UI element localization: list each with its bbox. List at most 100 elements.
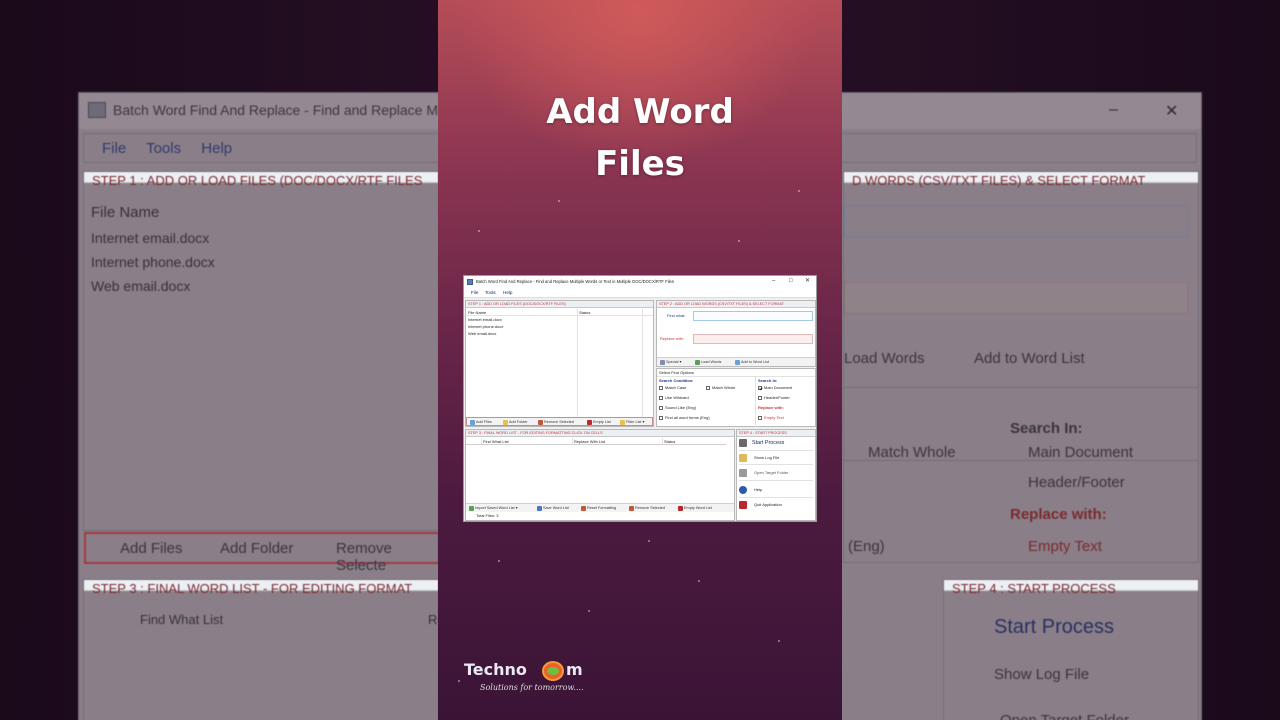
use-wildcard-checkbox[interactable] [659,396,663,400]
empty-list-icon [587,420,592,425]
filter-list-button[interactable]: Filter List ▾ [620,419,644,426]
quit-application-button[interactable]: Quit Application [754,502,782,507]
load-words-label: Load Words [701,360,722,364]
main-document-label: Main Document [764,385,793,390]
replace-with-input[interactable] [693,334,813,344]
match-whole-checkbox[interactable] [706,386,710,390]
step4-header: STEP 4 : START PROCESS [737,430,815,437]
quit-icon [739,501,747,509]
find-what-input[interactable] [693,311,813,321]
search-condition-label: Search Condition: [659,378,694,383]
brand-name-m: m [566,660,583,679]
remove-selected-button[interactable]: Remove Selected [538,419,574,426]
file-row[interactable]: Web email.docx [468,331,496,336]
add-files-label: Add Files [476,420,492,424]
use-wildcard-label: Use Wildcard [665,395,689,400]
bg-menu-help: Help [201,140,233,157]
step3-header: STEP 3 : FINAL WORD LIST - FOR EDITING F… [466,430,734,437]
menu-file[interactable]: File [471,289,478,297]
reset-label: Reset Formatting [587,506,617,510]
bg-step1-header: STEP 1 : ADD OR LOAD FILES (DOC/DOCX/RTF… [84,172,438,187]
file-row[interactable]: Internet phone.docx [468,324,503,329]
bg-file-row: Internet phone.docx [91,254,215,270]
add-to-word-list-button[interactable]: Add to Word List [735,359,769,366]
empty-text-checkbox[interactable] [758,416,762,420]
brand-logo: Techno m Solutions for tomorrow.... [438,660,842,700]
caption-line1: Add Word [546,92,734,132]
open-target-folder-button[interactable]: Open Target Folder [754,470,788,475]
empty-word-list-button[interactable]: Empty Word List [678,505,712,512]
add-folder-button[interactable]: Add Folder [503,419,528,426]
header-footer-checkbox[interactable] [758,396,762,400]
bg-menu-file: File [102,140,127,157]
save-word-list-button[interactable]: Save Word List [537,505,569,512]
reset-icon [581,506,586,511]
header-footer-label: Header/Footer [764,395,790,400]
find-options-panel: Select Find Options Search Condition: Se… [656,368,816,427]
caption-title: Add Word Files [438,86,842,190]
bg-step4-header: STEP 4 : START PROCESS [944,580,1198,595]
start-process-button[interactable]: Start Process [752,440,784,446]
bg-step2-header: D WORDS (CSV/TXT FILES) & SELECT FORMAT [844,172,1198,187]
reset-formatting-button[interactable]: Reset Formatting [581,505,616,512]
filter-icon [620,420,625,425]
bg-step1-panel: STEP 1 : ADD OR LOAD FILES (DOC/DOCX/RTF… [83,171,440,574]
save-label: Save Word List [543,506,569,510]
load-words-button[interactable]: Load Words [695,359,721,366]
filter-list-label: Filter List [626,420,642,424]
bg-eng-label: (Eng) [848,538,885,555]
special-button[interactable]: Special ▾ [660,359,681,366]
bg-main-document-label: Main Document [1028,444,1134,461]
add-to-word-list-label: Add to Word List [741,360,769,364]
remove-label: Remove Selected [635,506,665,510]
empty-list-button[interactable]: Empty List [587,419,611,426]
special-icon [660,360,665,365]
bg-step3-panel: STEP 3 : FINAL WORD LIST - FOR EDITING F… [83,579,445,720]
bg-step3-header: STEP 3 : FINAL WORD LIST - FOR EDITING F… [84,580,438,595]
close-icon[interactable]: ✕ [805,276,810,287]
main-document-checkbox[interactable] [758,386,762,390]
folder-icon [503,420,508,425]
minimize-icon[interactable]: – [772,276,775,287]
import-word-list-button[interactable]: Import Saved Word List ▾ [469,505,518,512]
file-row[interactable]: Internet email.docx [468,317,502,322]
empty-list-icon [678,506,683,511]
help-button[interactable]: Help [754,487,762,492]
app-icon [88,102,106,118]
step2-toolbar: Special ▾ Load Words Add to Word List [657,357,815,366]
bg-add-to-word-list-button: Add to Word List [974,350,1085,367]
add-files-icon [470,420,475,425]
bg-file-row: Internet email.docx [91,230,210,246]
caption-line2: Files [595,144,685,184]
show-log-file-button[interactable]: Show Log File [754,455,779,460]
maximize-icon[interactable]: □ [789,276,793,287]
step1-panel: STEP 1 : ADD OR LOAD FILES (DOC/DOCX/RTF… [465,300,654,427]
total-files-status: Total Files: 3 [476,513,499,518]
chevron-down-icon: ▾ [514,506,518,510]
bg-menu-tools: Tools [146,140,182,157]
app-window: Batch Word Find And Replace - Find and R… [463,275,817,522]
gears-icon [739,439,747,447]
find-all-forms-label: Find all word forms (Eng) [665,415,710,420]
add-to-list-icon [735,360,740,365]
empty-label: Empty Word List [684,506,712,510]
find-all-forms-checkbox[interactable] [659,416,663,420]
video-strip: Add Word Files Batch Word Find And Repla… [438,0,842,720]
bg-empty-text-label: Empty Text [1028,538,1102,555]
bg-replace-with-label: Replace with: [1010,506,1107,523]
import-label: Import Saved Word List [475,506,515,510]
menu-tools[interactable]: Tools [485,289,496,297]
bg-add-files-button: Add Files [120,540,183,557]
match-case-checkbox[interactable] [659,386,663,390]
match-whole-label: Match Whole [712,385,736,390]
menu-help[interactable]: Help [503,289,512,297]
import-icon [469,506,474,511]
remove-selected-words-button[interactable]: Remove Selected [629,505,665,512]
sound-like-label: Sound Like (Eng) [665,405,696,410]
bg-step4-panel: STEP 4 : START PROCESS Start Process Sho… [943,579,1199,720]
bg-replace-field [844,282,1188,314]
bg-minimize-icon: – [1109,101,1118,118]
sound-like-checkbox[interactable] [659,406,663,410]
add-files-button[interactable]: Add Files [470,419,492,426]
bg-find-what-col: Find What List [140,612,224,627]
